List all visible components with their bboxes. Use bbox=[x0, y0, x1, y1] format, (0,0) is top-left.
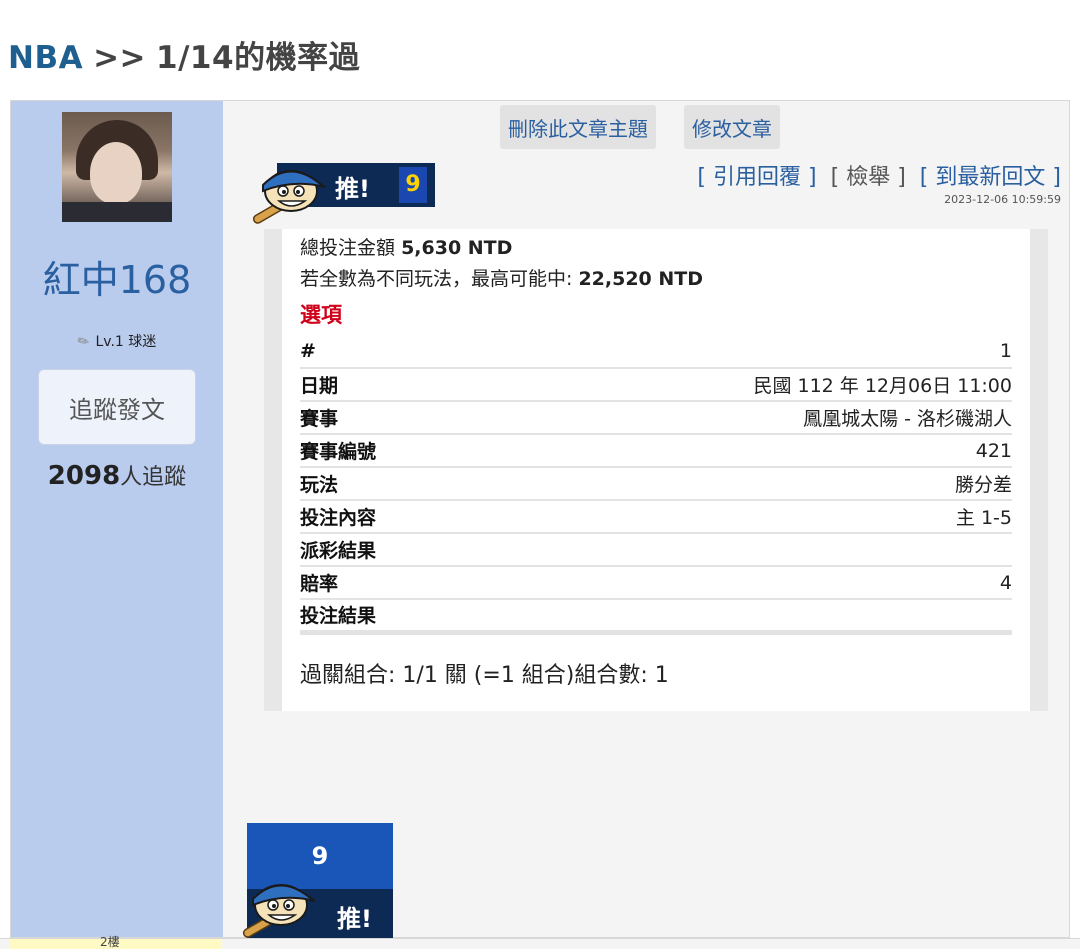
latest-reply-link[interactable]: [ 到最新回文 ] bbox=[920, 165, 1061, 190]
push-badge-footer[interactable]: 9 推! bbox=[242, 823, 393, 939]
author-level: ✎ Lv.1 球迷 bbox=[11, 331, 223, 352]
max-win: 若全數為不同玩法，最高可能中: 22,520 NTD bbox=[300, 268, 704, 290]
option-value bbox=[461, 533, 1012, 567]
breadcrumb-separator: >> bbox=[93, 40, 147, 76]
option-key: # bbox=[300, 335, 462, 369]
quote-reply-link[interactable]: [ 引用回覆 ] bbox=[697, 165, 816, 190]
combo-summary: 過關組合: 1/1 關 (=1 組合)組合數: 1 bbox=[300, 662, 669, 688]
option-value: 勝分差 bbox=[461, 467, 1012, 501]
total-bet-value: 5,630 NTD bbox=[401, 237, 513, 259]
post-content: 刪除此文章主題 修改文章 推! 9 [ 引用回覆 ] [ 檢舉 ] [ 到最新回文 … bbox=[223, 101, 1069, 939]
page-title: NBA >> 1/14的機率過 bbox=[8, 32, 360, 77]
option-value: 民國 112 年 12月06日 11:00 bbox=[461, 368, 1012, 402]
forum-link[interactable]: NBA bbox=[8, 40, 83, 76]
next-post: 2樓 bbox=[0, 935, 1080, 949]
edit-post-button[interactable]: 修改文章 bbox=[684, 105, 780, 149]
follow-button[interactable]: 追蹤發文 bbox=[38, 369, 196, 445]
post-timestamp: 2023-12-06 10:59:59 bbox=[944, 193, 1061, 206]
option-value: 4 bbox=[461, 566, 1012, 600]
option-row: 賠率 4 bbox=[300, 566, 1012, 600]
delete-topic-button[interactable]: 刪除此文章主題 bbox=[500, 105, 656, 149]
avatar[interactable] bbox=[62, 112, 172, 222]
bet-card: 總投注金額 5,630 NTD 若全數為不同玩法，最高可能中: 22,520 N… bbox=[282, 229, 1030, 711]
option-row: 玩法 勝分差 bbox=[300, 467, 1012, 501]
follower-count: 2098人追蹤 bbox=[11, 459, 223, 491]
follower-number: 2098 bbox=[47, 461, 121, 491]
option-row: #1 bbox=[300, 335, 1012, 369]
author-sidebar: 紅中168 ✎ Lv.1 球迷 追蹤發文 2098人追蹤 bbox=[11, 101, 223, 937]
pencil-icon: ✎ bbox=[74, 332, 93, 352]
option-value: 1 bbox=[461, 335, 1012, 369]
push-badge[interactable]: 推! 9 bbox=[245, 161, 435, 225]
option-row: 賽事編號 421 bbox=[300, 434, 1012, 468]
option-row: 賽事 鳳凰城太陽 - 洛杉磯湖人 bbox=[300, 401, 1012, 435]
option-key: 派彩結果 bbox=[300, 533, 462, 567]
option-key: 賠率 bbox=[300, 566, 462, 600]
option-key: 投注結果 bbox=[300, 599, 462, 635]
option-value: 鳳凰城太陽 - 洛杉磯湖人 bbox=[461, 401, 1012, 435]
option-row: 投注內容主 1-5 bbox=[300, 500, 1012, 534]
option-row: 日期 民國 112 年 12月06日 11:00 bbox=[300, 368, 1012, 402]
option-key: 玩法 bbox=[300, 467, 462, 501]
options-table: #1 日期 民國 112 年 12月06日 11:00 賽事 鳳凰城太陽 - 洛杉磯湖人… bbox=[300, 335, 1012, 635]
follower-suffix: 人追蹤 bbox=[120, 465, 187, 490]
push-label: 推! bbox=[335, 175, 370, 203]
baseball-mascot-icon bbox=[242, 884, 316, 938]
option-value: 主 1-5 bbox=[461, 500, 1012, 534]
option-key: 日期 bbox=[300, 368, 462, 402]
baseball-mascot-icon bbox=[252, 170, 326, 224]
option-key: 賽事編號 bbox=[300, 434, 462, 468]
option-key: 投注內容 bbox=[300, 500, 462, 534]
push-label-footer: 推! bbox=[337, 905, 372, 933]
push-count: 9 bbox=[399, 167, 427, 203]
total-bet: 總投注金額 5,630 NTD bbox=[300, 237, 513, 259]
post-actions: [ 引用回覆 ] [ 檢舉 ] [ 到最新回文 ] bbox=[697, 159, 1061, 191]
author-name[interactable]: 紅中168 bbox=[11, 249, 223, 304]
thread-title: 1/14的機率過 bbox=[156, 40, 361, 76]
level-label: Lv.1 球迷 bbox=[95, 334, 157, 350]
post: 紅中168 ✎ Lv.1 球迷 追蹤發文 2098人追蹤 刪除此文章主題 修改文章… bbox=[10, 100, 1070, 939]
bet-slip: 總投注金額 5,630 NTD 若全數為不同玩法，最高可能中: 22,520 N… bbox=[264, 229, 1048, 711]
report-link[interactable]: [ 檢舉 ] bbox=[831, 165, 906, 190]
options-title: 選項 bbox=[300, 303, 342, 327]
option-value bbox=[461, 599, 1012, 635]
floor-number: 2樓 bbox=[100, 935, 120, 949]
option-row: 投注結果 bbox=[300, 599, 1012, 635]
max-win-value: 22,520 NTD bbox=[578, 268, 704, 290]
option-key: 賽事 bbox=[300, 401, 462, 435]
option-row: 派彩結果 bbox=[300, 533, 1012, 567]
option-value: 421 bbox=[461, 434, 1012, 468]
